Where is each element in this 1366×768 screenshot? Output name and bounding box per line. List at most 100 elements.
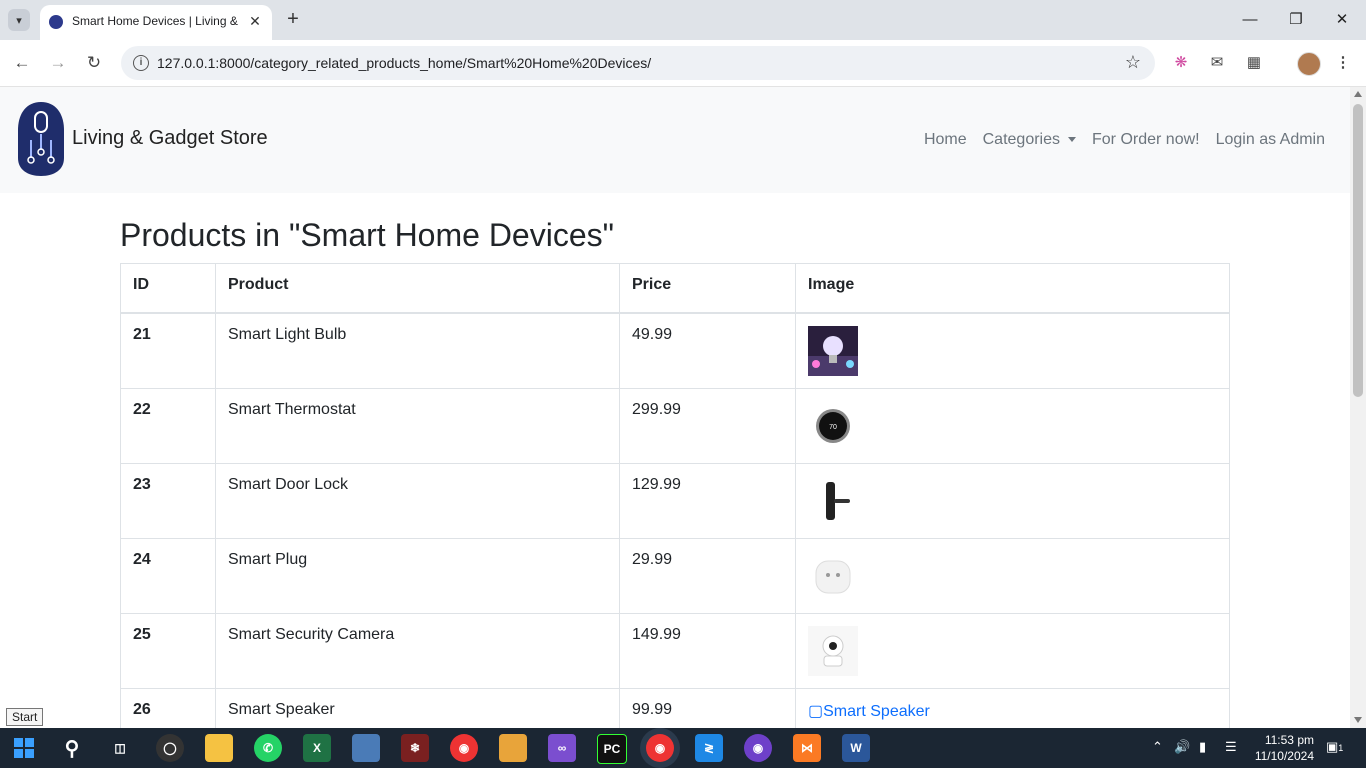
restore-icon[interactable]: ❐	[1286, 10, 1306, 30]
nav-categories-label: Categories	[982, 131, 1060, 148]
cell-image	[795, 312, 1230, 389]
nav-categories-dropdown[interactable]: Categories	[983, 131, 1076, 149]
volume-icon[interactable]: 🔊	[1174, 739, 1190, 755]
tab-search-icon[interactable]: ▾	[8, 9, 30, 31]
excel-icon[interactable]: X	[303, 734, 331, 762]
minimize-icon[interactable]: —	[1240, 10, 1260, 30]
cell-image: ▢Smart Speaker	[795, 688, 1230, 728]
cell-product: Smart Speaker	[215, 688, 620, 728]
nav-admin-login-link[interactable]: Login as Admin	[1216, 131, 1325, 149]
wifi-icon[interactable]: ☰	[1225, 739, 1237, 755]
star-icon[interactable]: ☆	[1125, 52, 1141, 73]
info-icon[interactable]: i	[133, 55, 149, 71]
smart-security-camera-image	[808, 626, 858, 676]
table-row: 26 Smart Speaker 99.99 ▢Smart Speaker	[120, 688, 1230, 728]
smart-door-lock-image	[826, 482, 850, 520]
caret-down-icon	[1068, 137, 1076, 143]
logo-icon[interactable]	[16, 100, 66, 178]
address-bar[interactable]: i 127.0.0.1:8000/category_related_produc…	[121, 46, 1155, 80]
vscode-icon[interactable]: ≷	[695, 734, 723, 762]
cell-product: Smart Door Lock	[215, 463, 620, 539]
whatsapp-icon[interactable]: ✆	[254, 734, 282, 762]
cell-image	[795, 538, 1230, 614]
cell-price: 129.99	[619, 463, 796, 539]
cell-id: 25	[120, 613, 216, 689]
scroll-down-icon[interactable]	[1354, 717, 1362, 723]
smart-light-bulb-image	[808, 326, 858, 376]
web-page: Living & Gadget Store Home Categories Fo…	[0, 87, 1350, 728]
cell-id: 24	[120, 538, 216, 614]
word-icon[interactable]: W	[842, 734, 870, 762]
products-table: ID Product Price Image 21 Smart Light Bu…	[120, 263, 1230, 728]
close-icon[interactable]: ✕	[246, 12, 264, 30]
nav-links: Home Categories For Order now! Login as …	[924, 131, 1325, 149]
obs-icon[interactable]: ◯	[156, 734, 184, 762]
cell-image: 70	[795, 388, 1230, 464]
table-row: 22 Smart Thermostat 299.99 70	[120, 388, 1230, 464]
aa-app-icon[interactable]: ❄	[401, 734, 429, 762]
kebab-menu-icon[interactable]: ⋮	[1332, 52, 1354, 74]
battery-icon[interactable]: ▮	[1199, 739, 1206, 755]
browser-tab-active[interactable]: Smart Home Devices | Living & ✕	[40, 5, 272, 40]
notification-count: 1	[1338, 743, 1344, 753]
nav-home-link[interactable]: Home	[924, 131, 967, 149]
table-header-row: ID Product Price Image	[120, 263, 1230, 314]
close-window-icon[interactable]: ✕	[1332, 10, 1352, 30]
github-desktop-icon[interactable]: ◉	[744, 734, 772, 762]
plus-icon[interactable]: +	[283, 8, 303, 30]
clock-date: 11/10/2024	[1254, 749, 1314, 763]
mail-icon[interactable]: ✉	[1206, 52, 1228, 74]
url-text[interactable]: 127.0.0.1:8000/category_related_products…	[157, 55, 651, 71]
column-header-product: Product	[215, 263, 620, 314]
broken-image-alt[interactable]: ▢Smart Speaker	[808, 703, 930, 720]
column-header-price: Price	[619, 263, 796, 314]
forward-icon[interactable]: →	[46, 51, 70, 75]
page-scrollbar[interactable]	[1350, 87, 1366, 728]
chrome-active-icon[interactable]: ◉	[646, 734, 674, 762]
column-header-id: ID	[120, 263, 216, 314]
smart-thermostat-image: 70	[816, 409, 850, 443]
browser-toolbar: ← → ↻ i 127.0.0.1:8000/category_related_…	[0, 40, 1366, 87]
file-explorer-icon[interactable]	[205, 734, 233, 762]
task-view-icon[interactable]: ◫	[106, 734, 134, 762]
back-icon[interactable]: ←	[10, 51, 34, 75]
extension-icon[interactable]: ❋	[1170, 52, 1192, 74]
search-icon[interactable]: ⚲	[58, 734, 86, 762]
favicon-icon	[49, 15, 63, 29]
cell-price: 99.99	[619, 688, 796, 728]
cell-product: Smart Light Bulb	[215, 312, 620, 389]
notification-icon[interactable]: ▣1	[1326, 739, 1343, 755]
chrome-icon[interactable]: ◉	[450, 734, 478, 762]
cell-id: 23	[120, 463, 216, 539]
table-row: 23 Smart Door Lock 129.99	[120, 463, 1230, 539]
avatar[interactable]	[1297, 52, 1321, 76]
cell-product: Smart Plug	[215, 538, 620, 614]
clock[interactable]: 11:53 pm 11/10/2024	[1255, 732, 1314, 764]
xampp-icon[interactable]: ⋈	[793, 734, 821, 762]
cell-price: 49.99	[619, 312, 796, 389]
start-tooltip: Start	[6, 708, 44, 726]
brand-name[interactable]: Living & Gadget Store	[72, 127, 268, 150]
explorer-tool-icon[interactable]	[499, 734, 527, 762]
cell-product: Smart Thermostat	[215, 388, 620, 464]
windows-start-icon[interactable]	[10, 734, 38, 762]
nav-order-link[interactable]: For Order now!	[1092, 131, 1200, 149]
browser-tab-bar: ▾ Smart Home Devices | Living & ✕ + — ❐ …	[0, 0, 1366, 40]
pycharm-icon[interactable]: PC	[597, 734, 627, 764]
smart-plug-image	[815, 560, 851, 594]
scroll-thumb[interactable]	[1353, 104, 1363, 397]
cell-price: 299.99	[619, 388, 796, 464]
reload-icon[interactable]: ↻	[82, 51, 106, 75]
page-title: Products in "Smart Home Devices"	[120, 217, 614, 253]
column-header-image: Image	[795, 263, 1230, 314]
scroll-up-icon[interactable]	[1354, 91, 1362, 97]
clock-time: 11:53 pm	[1264, 733, 1314, 747]
chevron-up-icon[interactable]: ⌃	[1152, 739, 1163, 755]
table-row: 25 Smart Security Camera 149.99	[120, 613, 1230, 689]
storage-icon[interactable]	[352, 734, 380, 762]
cell-price: 29.99	[619, 538, 796, 614]
windows-taskbar: ⚲ ◫ ◯ ✆ X ❄ ◉ ∞ PC ◉ ≷ ◉ ⋈ W ⌃ 🔊 ▮ ☰ 11:…	[0, 728, 1366, 768]
puzzle-icon[interactable]: ▦	[1243, 52, 1265, 74]
visual-studio-icon[interactable]: ∞	[548, 734, 576, 762]
cell-price: 149.99	[619, 613, 796, 689]
